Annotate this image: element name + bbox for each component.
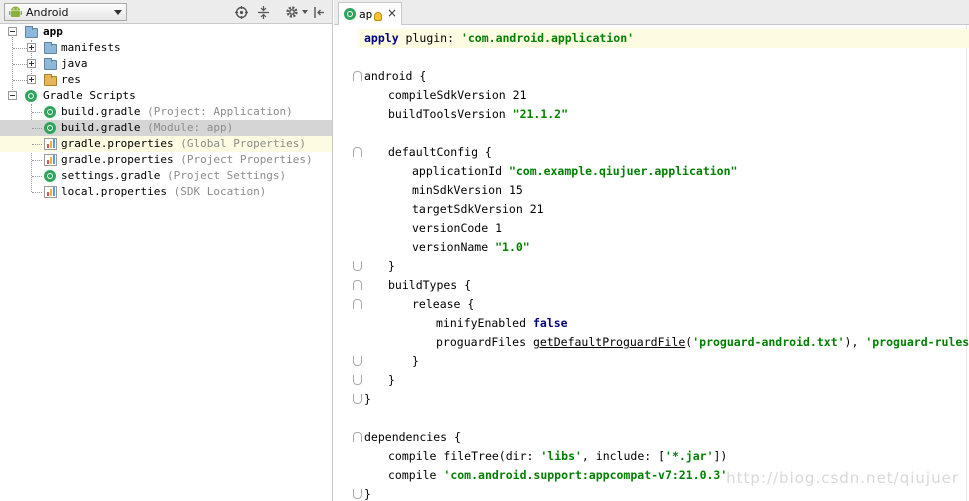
code-line: } [364,392,371,406]
tab-label: ap [359,7,373,21]
android-icon [9,6,22,17]
code-line: } [364,487,371,501]
scroll-from-source-icon[interactable] [233,4,249,20]
tree-item-manifests[interactable]: manifests [0,40,332,56]
editor-tab-bar: ap × [334,0,969,25]
hide-panel-icon[interactable] [311,4,327,20]
watermark-text: http://blog.csdn.net/qiujuer [726,469,959,487]
chevron-down-icon [114,10,122,15]
tree-item-hint: (Global Properties) [180,137,307,150]
code-line: targetSdkVersion 21 [412,202,544,216]
collapse-toggle[interactable] [8,27,17,36]
tree-item-settings-gradle[interactable]: settings.gradle (Project Settings) [0,168,332,184]
code-line: release { [412,297,475,311]
collapse-all-icon[interactable] [255,4,271,20]
expand-toggle[interactable] [27,43,36,52]
tree-item-label: build.gradle [61,105,141,118]
tree-item-gradle-scripts[interactable]: Gradle Scripts [0,88,332,104]
tree-item-label: settings.gradle [61,169,161,182]
tree-item-java[interactable]: java [0,56,332,72]
gradle-icon [44,106,56,118]
project-view-selector[interactable]: Android [4,3,127,21]
tree-item-label: build.gradle [61,121,141,134]
tab-build-gradle[interactable]: ap × [338,2,402,25]
properties-icon [44,186,57,198]
tree-item-label: Gradle Scripts [43,89,136,102]
tree-item-hint: (Project Settings) [166,169,287,182]
tree-item-label: gradle.properties [61,153,174,166]
code-line: versionCode 1 [412,221,503,235]
chevron-down-icon[interactable] [302,10,308,14]
code-line: versionName "1.0" [412,240,530,254]
lightbulb-icon[interactable] [374,12,382,21]
code-line: compile fileTree(dir: 'libs', include: [… [388,449,728,463]
expand-toggle[interactable] [27,59,36,68]
settings-gear-icon[interactable] [284,4,300,20]
tree-item-res[interactable]: res [0,72,332,88]
tree-item-app[interactable]: app [0,24,332,40]
resource-folder-icon [44,74,57,86]
tree-item-label: local.properties [61,185,167,198]
properties-icon [44,154,57,166]
tree-item-build-gradle-project[interactable]: build.gradle (Project: Application) [0,104,332,120]
project-tree: app manifests java res Gradle Scripts bu… [0,24,332,200]
collapse-toggle[interactable] [8,91,17,100]
code-line: } [388,373,395,387]
close-tab-icon[interactable]: × [387,6,397,20]
tree-item-local-properties[interactable]: local.properties (SDK Location) [0,184,332,200]
tree-item-hint: (Project: Application) [147,105,293,118]
gradle-icon [44,170,56,182]
code-line: minifyEnabled false [436,316,568,330]
code-line: minSdkVersion 15 [412,183,523,197]
gradle-icon [344,8,356,20]
project-toolbar: Android [0,0,332,24]
tree-item-label: manifests [61,41,121,54]
project-panel: Android app manifests java res Gradle Sc… [0,0,333,501]
tree-item-gradle-properties-global[interactable]: gradle.properties (Global Properties) [0,136,332,152]
project-view-label: Android [26,5,69,19]
properties-icon [44,138,57,150]
tree-item-hint: (Module: app) [147,121,234,134]
tree-item-hint: (SDK Location) [173,185,267,198]
gradle-icon [44,122,56,134]
code-line: buildTypes { [388,278,472,292]
code-line: proguardFiles getDefaultProguardFile('pr… [436,335,969,349]
tree-item-label: java [61,57,88,70]
gradle-icon [25,90,37,102]
tree-item-label: gradle.properties [61,137,174,150]
code-line: } [412,354,419,368]
tree-item-label: app [43,25,63,38]
tree-item-build-gradle-module[interactable]: build.gradle (Module: app) [0,120,332,136]
folder-icon [44,58,57,70]
code-line: } [388,259,395,273]
code-line: buildToolsVersion "21.1.2" [388,107,569,121]
code-editor[interactable]: apply plugin: 'com.android.application' … [359,25,969,501]
code-line: compileSdkVersion 21 [388,88,527,102]
folder-icon [44,42,57,54]
tree-item-label: res [61,73,81,86]
module-folder-icon [25,26,38,38]
code-line: applicationId "com.example.qiujuer.appli… [412,164,738,178]
tree-item-gradle-properties-project[interactable]: gradle.properties (Project Properties) [0,152,332,168]
editor-panel: ap × apply plugin: 'com.android.applicat… [334,0,969,501]
expand-toggle[interactable] [27,75,36,84]
code-line: dependencies { [364,430,461,444]
code-line: defaultConfig { [388,145,492,159]
editor-gutter [334,25,362,501]
code-line: android { [364,69,427,83]
tree-item-hint: (Project Properties) [180,153,313,166]
code-line: apply plugin: 'com.android.application' [359,29,969,48]
